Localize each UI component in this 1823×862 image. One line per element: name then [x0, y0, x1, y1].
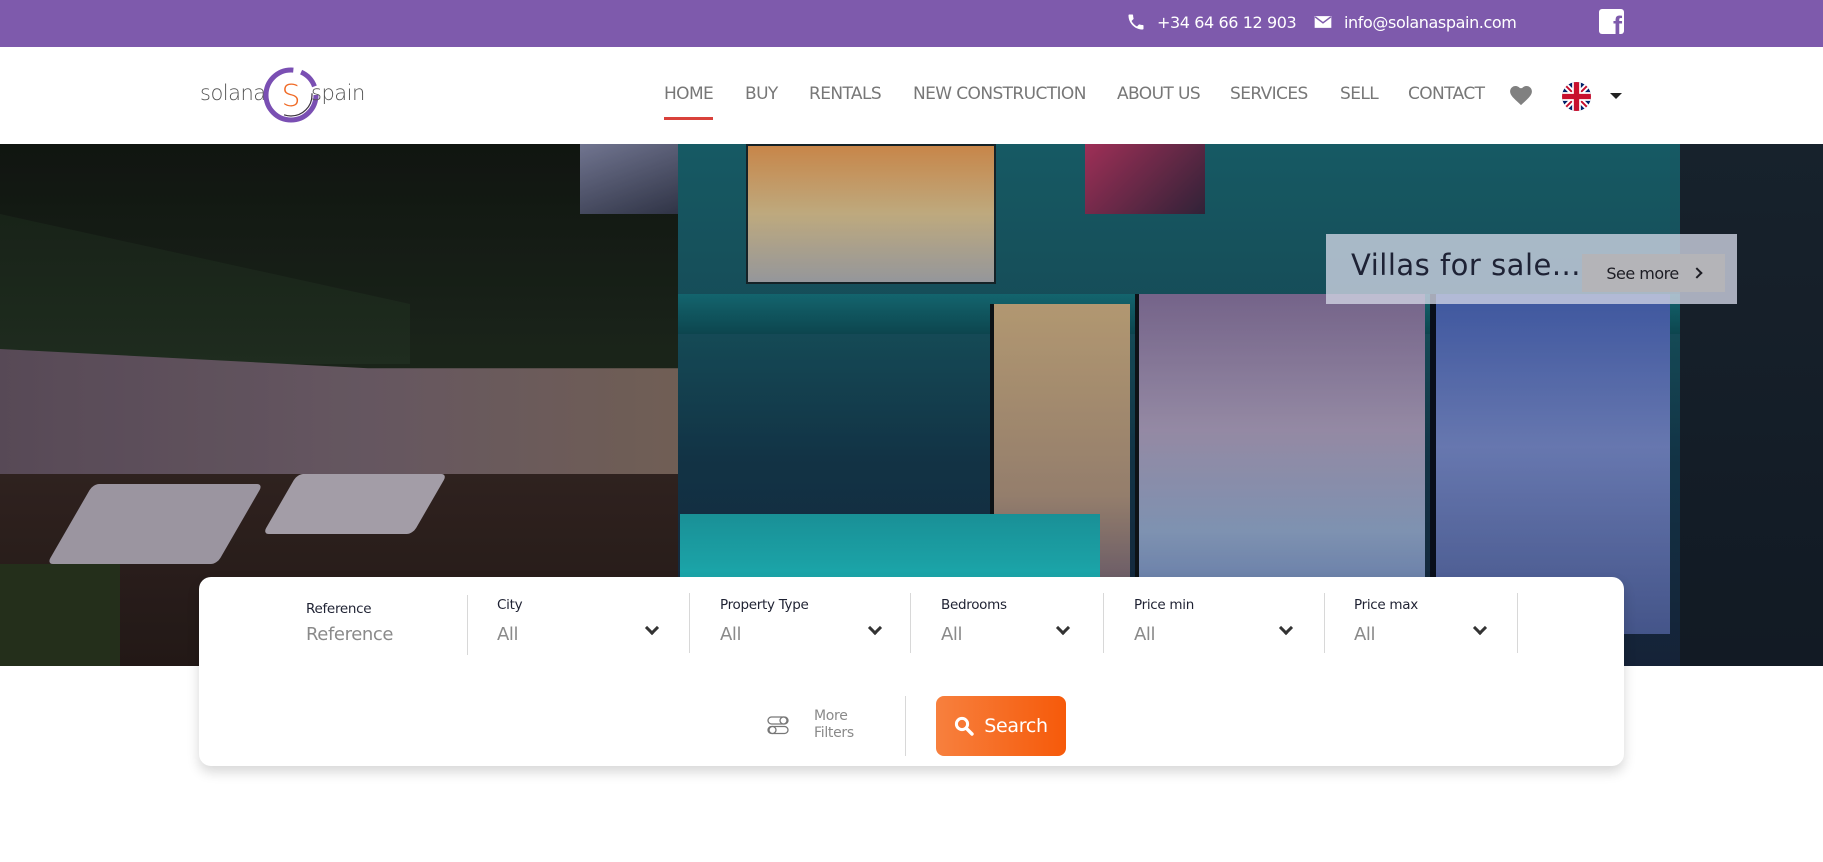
heart-icon[interactable] [1510, 86, 1532, 106]
phone-icon [1128, 14, 1144, 30]
chevron-down-icon [1472, 620, 1488, 636]
nav-new-construction[interactable]: NEW CONSTRUCTION [913, 84, 1086, 104]
email-link[interactable]: info@solanaspain.com [1313, 12, 1517, 32]
search-button-label: Search [984, 715, 1048, 737]
nav-contact[interactable]: CONTACT [1408, 84, 1485, 104]
see-more-button[interactable]: See more [1582, 254, 1725, 292]
logo-word-right: spain [311, 81, 365, 105]
price-min-label: Price min [1134, 597, 1194, 613]
nav-rentals[interactable]: RENTALS [809, 84, 882, 104]
chevron-right-icon [1691, 267, 1703, 279]
nav-services[interactable]: SERVICES [1230, 84, 1308, 104]
logo-letter: S [281, 79, 300, 114]
field-divider [689, 593, 690, 653]
nav-about-us[interactable]: ABOUT US [1117, 84, 1201, 104]
nav-home[interactable]: HOME [664, 84, 714, 120]
price-max-select[interactable]: Price max All [1354, 595, 1518, 655]
price-max-value: All [1354, 624, 1376, 645]
bedrooms-value: All [941, 624, 963, 645]
nav-buy[interactable]: BUY [745, 84, 778, 104]
search-button[interactable]: Search [936, 696, 1066, 756]
email-address: info@solanaspain.com [1344, 12, 1517, 32]
top-contact-bar: +34 64 66 12 903 info@solanaspain.com f [0, 0, 1823, 47]
field-divider [467, 595, 468, 655]
phone-number: +34 64 66 12 903 [1157, 12, 1297, 32]
more-filters-line1: More [814, 708, 848, 724]
field-divider [910, 593, 911, 653]
price-min-value: All [1134, 624, 1156, 645]
uk-flag-icon[interactable] [1562, 82, 1591, 111]
caret-down-icon[interactable] [1610, 93, 1622, 99]
chevron-down-icon [1278, 620, 1294, 636]
search-icon [955, 716, 974, 736]
toggle-filters-icon [767, 716, 789, 735]
promo-title: Villas for sale... [1351, 248, 1581, 282]
field-divider [905, 696, 906, 756]
envelope-icon [1314, 16, 1332, 28]
city-value: All [497, 624, 519, 645]
facebook-icon[interactable]: f [1599, 9, 1624, 34]
price-min-select[interactable]: Price min All [1134, 595, 1298, 655]
field-divider [1103, 593, 1104, 653]
more-filters-line2: Filters [814, 725, 854, 741]
promo-box: Villas for sale... See more [1326, 234, 1737, 304]
bedrooms-select[interactable]: Bedrooms All [941, 595, 1071, 655]
property-type-label: Property Type [720, 597, 809, 613]
chevron-down-icon [867, 620, 883, 636]
reference-label: Reference [306, 601, 372, 617]
main-header: solana S spain HOME BUY RENTALS NEW CONS… [0, 47, 1823, 144]
chevron-down-icon [1055, 620, 1071, 636]
more-filters-button[interactable]: More Filters [767, 708, 854, 742]
phone-link[interactable]: +34 64 66 12 903 [1126, 12, 1297, 32]
field-divider [1324, 593, 1325, 653]
property-type-value: All [720, 624, 742, 645]
bedrooms-label: Bedrooms [941, 597, 1007, 613]
field-divider [1517, 593, 1518, 653]
nav-sell[interactable]: SELL [1340, 84, 1379, 104]
see-more-label: See more [1606, 263, 1679, 283]
property-search-form: Reference City All Property Type All Bed… [199, 577, 1624, 766]
city-label: City [497, 597, 523, 613]
reference-input[interactable] [306, 624, 456, 645]
site-logo[interactable]: solana S spain [200, 59, 365, 131]
price-max-label: Price max [1354, 597, 1418, 613]
chevron-down-icon [644, 620, 660, 636]
logo-word-left: solana [200, 81, 266, 105]
city-select[interactable]: City All [497, 595, 661, 655]
property-type-select[interactable]: Property Type All [720, 595, 884, 655]
